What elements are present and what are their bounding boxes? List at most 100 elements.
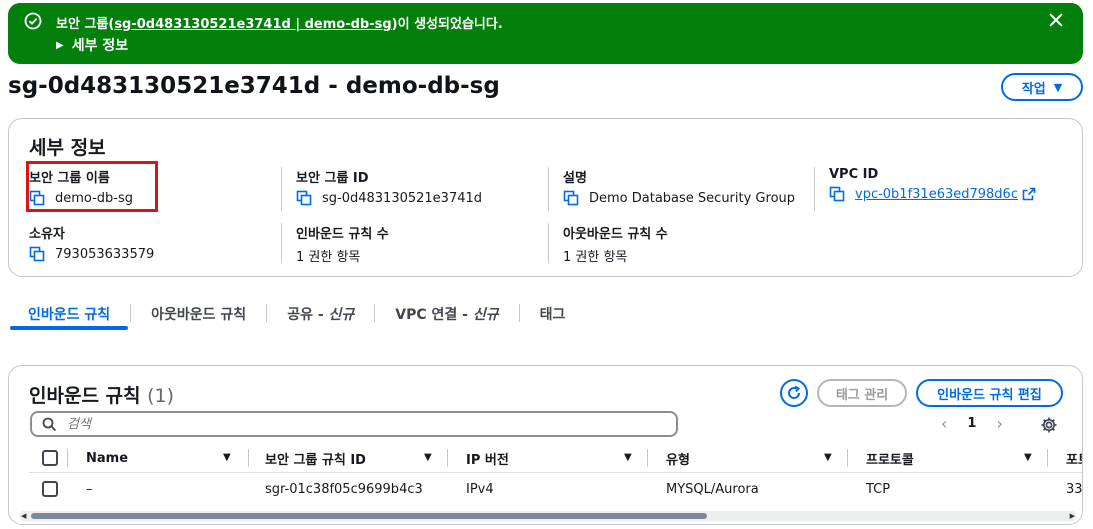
close-icon[interactable] xyxy=(1047,11,1065,29)
cell-ip-version: IPv4 xyxy=(466,481,494,497)
column-divider xyxy=(847,449,848,467)
column-label: 보안 그룹 규칙 ID xyxy=(265,452,366,468)
copy-icon[interactable] xyxy=(563,190,579,206)
tab-label: 인바운드 규칙 xyxy=(28,307,111,323)
cell-rule-id: sgr-01c38f05c9699b4c3 xyxy=(265,481,423,497)
next-page-icon[interactable]: › xyxy=(996,414,1002,433)
field-vpc-id: VPC ID vpc-0b1f31e63ed798d6c xyxy=(829,167,1036,202)
rule-count: (1) xyxy=(147,385,175,407)
flash-details-toggle[interactable]: ▶ 세부 정보 xyxy=(56,35,128,55)
edit-inbound-rules-button[interactable]: 인바운드 규칙 편집 xyxy=(916,379,1063,407)
column-header-port[interactable]: 포트 xyxy=(1066,449,1082,468)
cell-name: – xyxy=(86,481,93,497)
field-value: sg-0d483130521e3741d xyxy=(322,190,483,206)
flash-details-label: 세부 정보 xyxy=(71,38,129,54)
highlight-box xyxy=(26,161,158,212)
table-header: Name ▼ 보안 그룹 규칙 ID ▼ IP 버전 ▼ 유형 ▼ 프로토콜 ▼… xyxy=(29,443,1082,473)
divider xyxy=(548,223,549,263)
tab-label: 태그 xyxy=(539,307,566,323)
actions-dropdown-button[interactable]: 작업 ▼ xyxy=(1001,73,1083,101)
field-owner: 소유자 793053633579 xyxy=(29,223,154,262)
column-header-type[interactable]: 유형 xyxy=(666,449,690,468)
scrollbar-thumb[interactable] xyxy=(31,513,707,519)
column-header-ip-version[interactable]: IP 버전 xyxy=(466,449,509,468)
column-label: Name xyxy=(86,450,129,466)
column-divider xyxy=(67,449,68,467)
tab-outbound-rules[interactable]: 아웃바운드 규칙 xyxy=(131,300,266,330)
field-outbound-count: 아웃바운드 규칙 수 1 권한 항목 xyxy=(563,223,668,265)
select-all-checkbox[interactable] xyxy=(42,450,58,466)
refresh-button[interactable] xyxy=(780,379,808,407)
manage-tags-button[interactable]: 태그 관리 xyxy=(817,379,907,407)
horizontal-scrollbar[interactable]: ◀ ▶ xyxy=(19,511,1077,521)
copy-icon[interactable] xyxy=(29,246,45,262)
field-inbound-count: 인바운드 규칙 수 1 권한 항목 xyxy=(296,223,389,265)
tab-vpc-associations[interactable]: VPC 연결 - 신규 xyxy=(375,300,518,330)
new-badge: 신규 xyxy=(328,307,355,323)
details-panel: 세부 정보 보안 그룹 이름 demo-db-sg 보안 그룹 ID sg-0d… xyxy=(8,118,1083,277)
field-sg-id: 보안 그룹 ID sg-0d483130521e3741d xyxy=(296,167,482,206)
field-label: 아웃바운드 규칙 수 xyxy=(563,227,668,242)
tab-sharing[interactable]: 공유 - 신규 xyxy=(267,300,374,330)
field-value: Demo Database Security Group xyxy=(589,190,796,206)
divider xyxy=(548,167,549,211)
sort-down-icon[interactable]: ▼ xyxy=(424,452,432,463)
table-row[interactable]: – sgr-01c38f05c9699b4c3 IPv4 MYSQL/Auror… xyxy=(29,474,1083,504)
copy-icon[interactable] xyxy=(296,190,312,206)
divider xyxy=(814,167,815,211)
field-label: 보안 그룹 ID xyxy=(296,171,369,186)
scroll-right-icon[interactable]: ▶ xyxy=(1070,512,1075,520)
sort-down-icon[interactable]: ▼ xyxy=(1024,452,1032,463)
search-input[interactable] xyxy=(67,416,647,432)
column-divider xyxy=(1047,449,1048,467)
flash-message-suffix: )이 생성되었습니다. xyxy=(391,17,503,32)
gear-icon[interactable] xyxy=(1040,416,1058,434)
vpc-id-link[interactable]: vpc-0b1f31e63ed798d6c xyxy=(855,187,1018,202)
success-flash-banner: 보안 그룹(sg-0d483130521e3741d | demo-db-sg)… xyxy=(8,3,1083,64)
column-divider xyxy=(447,449,448,467)
tab-inbound-rules[interactable]: 인바운드 규칙 xyxy=(8,300,130,330)
details-heading: 세부 정보 xyxy=(29,137,106,159)
column-label: 프로토콜 xyxy=(866,452,914,468)
security-group-link[interactable]: sg-0d483130521e3741d | demo-db-sg xyxy=(114,17,391,32)
column-label: 포트 xyxy=(1066,452,1082,468)
field-label: 소유자 xyxy=(29,227,65,242)
search-icon xyxy=(42,417,57,431)
flash-message-prefix: 보안 그룹( xyxy=(56,17,115,32)
inbound-rules-title: 인바운드 규칙 xyxy=(29,385,141,407)
field-label: 인바운드 규칙 수 xyxy=(296,227,389,242)
new-badge: 신규 xyxy=(472,307,499,323)
sort-down-icon[interactable]: ▼ xyxy=(223,452,231,463)
external-link-icon[interactable] xyxy=(1022,187,1036,201)
page-title: sg-0d483130521e3741d - demo-db-sg xyxy=(8,73,500,99)
field-label: VPC ID xyxy=(829,167,879,182)
divider xyxy=(281,167,282,211)
caret-down-icon: ▼ xyxy=(1053,80,1063,94)
column-divider xyxy=(647,449,648,467)
column-header-protocol[interactable]: 프로토콜 xyxy=(866,449,914,468)
inbound-rules-panel: 인바운드 규칙 (1) 태그 관리 인바운드 규칙 편집 ‹ 1 › Name … xyxy=(8,365,1083,525)
tab-label: 아웃바운드 규칙 xyxy=(151,307,247,323)
divider xyxy=(281,223,282,263)
tab-tags[interactable]: 태그 xyxy=(520,300,586,330)
flash-message: 보안 그룹(sg-0d483130521e3741d | demo-db-sg)… xyxy=(56,13,503,32)
column-divider xyxy=(248,449,249,467)
column-header-rule-id[interactable]: 보안 그룹 규칙 ID xyxy=(265,449,366,468)
scroll-left-icon[interactable]: ◀ xyxy=(21,512,26,520)
copy-icon[interactable] xyxy=(829,186,845,202)
previous-page-icon[interactable]: ‹ xyxy=(941,414,947,433)
sort-down-icon[interactable]: ▼ xyxy=(824,452,832,463)
sort-down-icon[interactable]: ▼ xyxy=(624,452,632,463)
cell-port: 33 xyxy=(1066,481,1083,497)
header-row-divider xyxy=(29,472,1082,473)
row-checkbox[interactable] xyxy=(42,481,58,497)
caret-right-icon: ▶ xyxy=(56,39,64,51)
current-page[interactable]: 1 xyxy=(967,416,976,431)
field-value: 1 권한 항목 xyxy=(296,250,361,265)
column-header-name[interactable]: Name xyxy=(86,451,128,466)
search-box[interactable] xyxy=(30,411,678,437)
field-value: 1 권한 항목 xyxy=(563,250,628,265)
field-label: 설명 xyxy=(563,171,587,186)
inbound-rules-heading: 인바운드 규칙 (1) xyxy=(29,381,174,408)
cell-type: MYSQL/Aurora xyxy=(666,481,759,497)
